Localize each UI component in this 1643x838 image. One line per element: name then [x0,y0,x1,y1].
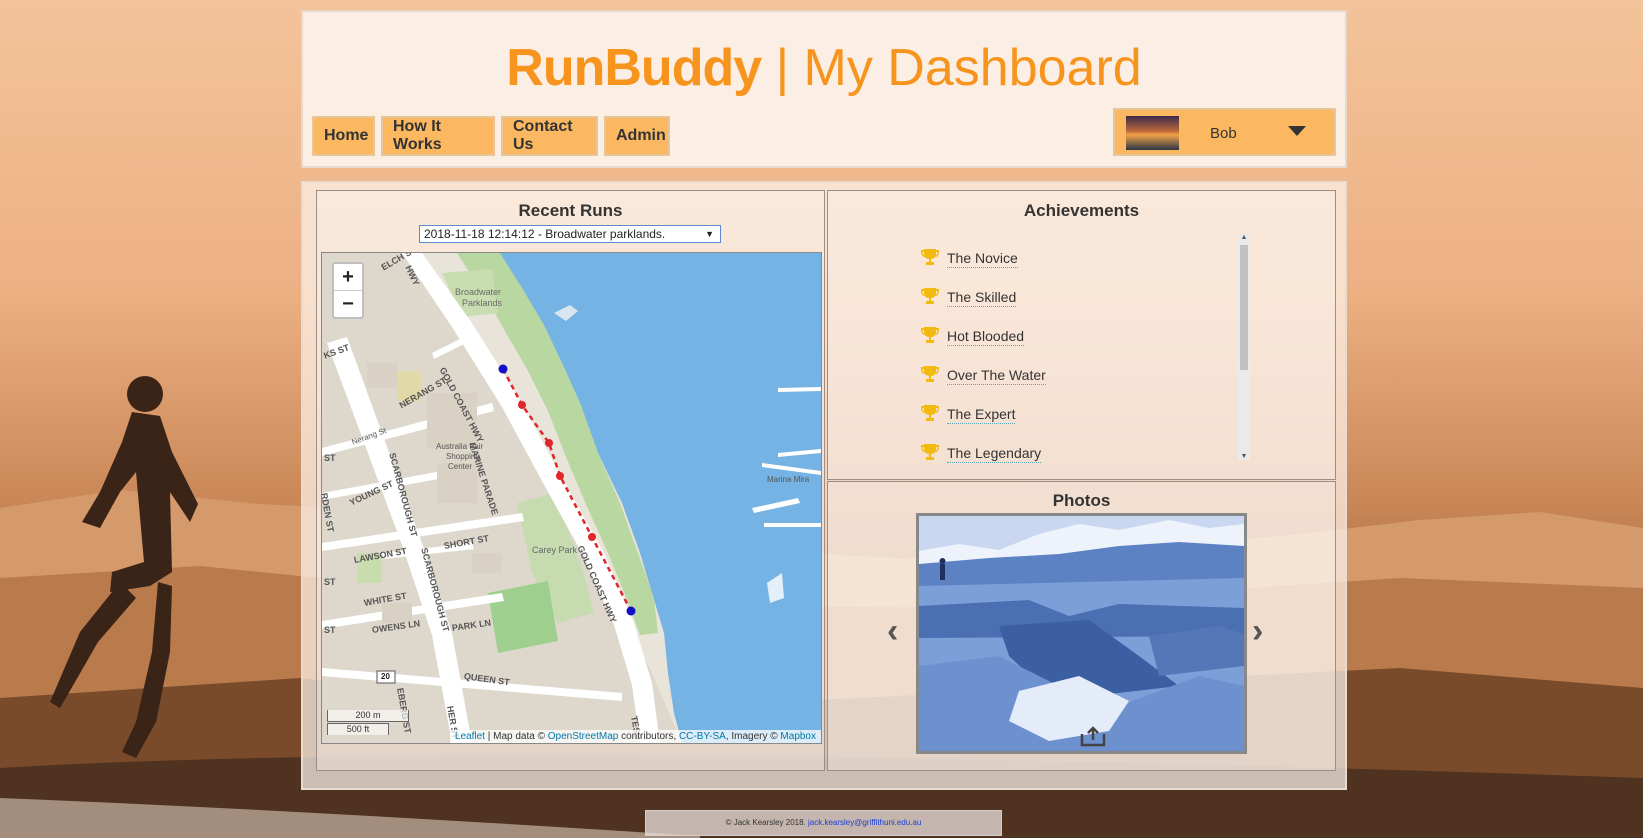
achievement-link[interactable]: Over The Water [947,367,1046,385]
mapbox-link[interactable]: Mapbox [780,731,816,742]
scale-imperial: 500 ft [327,723,389,735]
achievement-link[interactable]: The Legendary [947,445,1042,463]
map-label: 20 [381,672,390,681]
zoom-out-button[interactable]: − [334,291,362,317]
list-item: The Novice [920,248,1046,287]
map-label: LAWSON ST [353,545,408,565]
achievement-link[interactable]: The Novice [947,250,1018,268]
trophy-icon [921,288,939,304]
achievements-list: The Novice The Skilled Hot Blooded Over … [920,248,1046,482]
list-item: The Expert [920,404,1046,443]
map-label: OWENS LN [371,618,421,635]
map-label: Carey Park [532,545,578,555]
recent-runs-title: Recent Runs [518,201,623,220]
scroll-down-icon[interactable]: ▼ [1238,453,1250,460]
map-label: Shopping [446,452,480,461]
map-label: KS ST [322,342,351,361]
next-photo-button[interactable]: › [1252,612,1263,651]
achievements-title: Achievements [1023,201,1140,220]
map-labels: Broadwater Parklands GOLD COAST HWY MARI… [322,253,821,743]
attribution-text: | Map data © [484,731,548,742]
achievement-link[interactable]: The Skilled [947,289,1017,307]
run-select[interactable]: 2018-11-18 12:14:12 - Broadwater parklan… [419,225,721,243]
dashboard-title: My Dashboard [803,39,1142,97]
main-nav: Home How It Works Contact Us Admin [312,116,670,156]
map-scale: 200 m 500 ft [327,710,409,736]
license-link[interactable]: CC-BY-SA [679,731,726,742]
run-map[interactable]: Broadwater Parklands GOLD COAST HWY MARI… [321,252,822,744]
scale-metric: 200 m [327,710,409,722]
photos-section: Photos ‹ › [827,481,1336,771]
email-link[interactable]: jack.kearsley@griffithuni.edu.au [808,818,921,827]
recent-runs-section: Recent Runs 2018-11-18 12:14:12 - Broadw… [316,190,825,771]
map-label: ST [324,577,336,587]
title-separator: | [761,39,804,97]
nav-contact-us-button[interactable]: Contact Us [501,116,598,156]
map-label: Australia Fair [436,442,484,451]
photos-title: Photos [1052,491,1111,510]
user-name: Bob [1210,125,1237,142]
landscape-photo [919,516,1244,751]
map-label: NERANG ST [397,375,449,411]
map-label: SCARBOROUGH ST [387,451,420,538]
map-label: Marina Mira [767,475,810,484]
page-title: RunBuddy | My Dashboard [303,38,1345,98]
list-item: The Legendary [920,443,1046,482]
zoom-in-button[interactable]: + [334,264,362,291]
copyright-text: © Jack Kearsley 2018. [725,818,808,827]
map-label: WHITE ST [363,590,408,608]
leaflet-link[interactable]: Leaflet [455,731,485,742]
list-item: Hot Blooded [920,326,1046,365]
map-label: SHORT ST [443,533,490,551]
map-label: YOUNG ST [347,478,395,508]
achievements-scrollbar[interactable]: ▲ ▼ [1238,234,1250,460]
map-zoom-control: + − [332,262,364,319]
map-label: GOLD COAST HWY [575,543,619,625]
runner-silhouette [50,376,198,758]
achievement-link[interactable]: The Expert [947,406,1016,424]
nav-admin-button[interactable]: Admin [604,116,670,156]
achievements-section: Achievements The Novice The Skilled Hot … [827,190,1336,480]
map-label: Parklands [462,298,503,308]
attribution-text: , Imagery © [725,731,781,742]
map-label: Nerang St [350,425,388,447]
scrollbar-thumb[interactable] [1240,245,1248,370]
nav-home-button[interactable]: Home [312,116,375,156]
map-label: ST [324,625,336,635]
chevron-down-icon[interactable] [1288,126,1306,136]
photo-carousel[interactable] [916,513,1247,754]
brand-logo[interactable]: RunBuddy [506,39,762,97]
map-label: QUEEN ST [463,671,511,688]
map-label: Broadwater [455,287,502,297]
list-item: The Skilled [920,287,1046,326]
map-label: HWY [403,263,422,288]
map-attribution: Leaflet | Map data © OpenStreetMap contr… [449,730,821,743]
list-item: Over The Water [920,365,1046,404]
osm-link[interactable]: OpenStreetMap [548,731,619,742]
dropdown-arrow-icon: ▼ [705,229,714,239]
run-select-value: 2018-11-18 12:14:12 - Broadwater parklan… [424,227,666,241]
achievement-link[interactable]: Hot Blooded [947,328,1025,346]
footer: © Jack Kearsley 2018. jack.kearsley@grif… [645,810,1002,836]
trophy-icon [921,366,939,382]
scroll-up-icon[interactable]: ▲ [1238,234,1250,241]
share-icon[interactable] [1080,725,1106,747]
map-label: RDEN ST [321,492,336,533]
avatar [1126,116,1179,150]
trophy-icon [921,444,939,460]
header-panel: RunBuddy | My Dashboard Home How It Work… [301,10,1347,168]
map-label: Center [448,462,473,471]
map-label: PARK LN [451,617,492,633]
prev-photo-button[interactable]: ‹ [887,612,898,651]
map-label: ST [324,453,336,463]
user-menu[interactable]: Bob [1113,108,1336,156]
trophy-icon [921,249,939,265]
dashboard-panel: Recent Runs 2018-11-18 12:14:12 - Broadw… [301,181,1347,790]
trophy-icon [921,327,939,343]
nav-how-it-works-button[interactable]: How It Works [381,116,495,156]
map-label: SCARBOROUGH ST [419,546,452,633]
trophy-icon [921,405,939,421]
attribution-text: contributors, [618,731,679,742]
